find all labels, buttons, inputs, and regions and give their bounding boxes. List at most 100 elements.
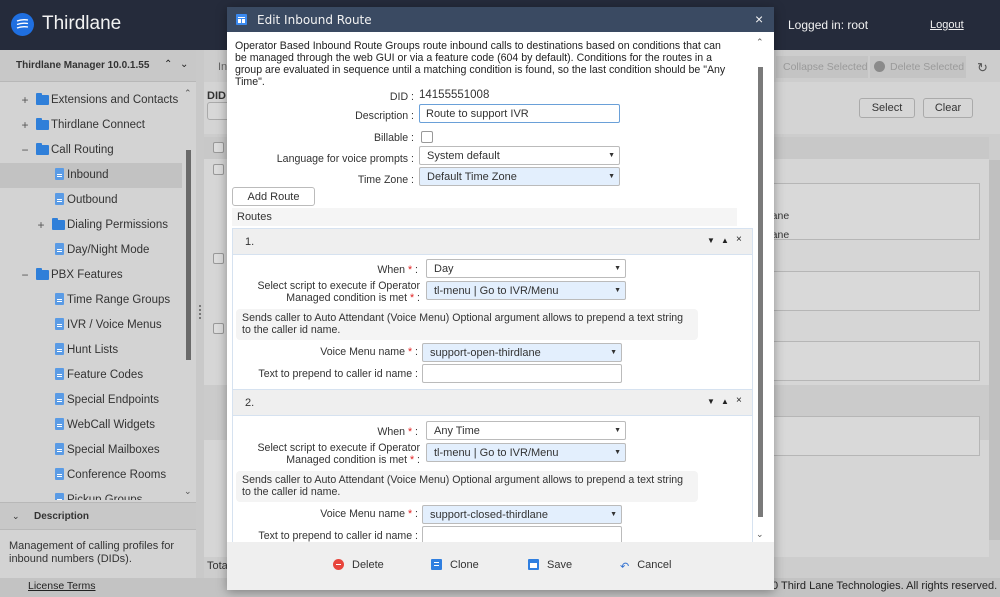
sidebar-item[interactable]: IVR / Voice Menus — [0, 313, 182, 338]
sidebar-item-label: Special Endpoints — [67, 394, 160, 406]
language-select[interactable]: System default ▼ — [419, 146, 620, 165]
sidebar-item[interactable]: − PBX Features — [0, 263, 182, 288]
billable-checkbox[interactable] — [421, 131, 433, 143]
sidebar-item[interactable]: Feature Codes — [0, 363, 182, 388]
license-terms-link[interactable]: License Terms — [28, 580, 96, 592]
expand-all-icon[interactable]: ⌄ — [180, 59, 188, 70]
grid-scrollbar[interactable] — [989, 160, 1000, 540]
dialog-scrollbar[interactable]: ⌃ ⌄ — [756, 37, 766, 542]
cancel-button[interactable]: ↶ Cancel — [620, 559, 671, 573]
expand-icon[interactable]: + — [20, 93, 30, 107]
tab-inbound[interactable]: In — [218, 61, 227, 73]
dialog-body: Operator Based Inbound Route Groups rout… — [227, 32, 764, 542]
clone-button[interactable]: Clone — [431, 559, 479, 571]
row-checkbox[interactable] — [213, 323, 224, 334]
sidebar-item[interactable]: Outbound — [0, 188, 182, 213]
sidebar-item-label: Extensions and Contacts — [51, 94, 179, 106]
sidebar-item[interactable]: Special Mailboxes — [0, 438, 182, 463]
clear-button[interactable]: Clear — [923, 98, 973, 118]
document-icon — [55, 393, 64, 405]
sidebar-scrollbar[interactable]: ⌃ ⌄ — [184, 88, 194, 500]
scrollbar-thumb[interactable] — [186, 150, 191, 360]
folder-icon — [36, 118, 49, 130]
sidebar-item-label: PBX Features — [51, 269, 123, 281]
dialog-footer: Delete Clone Save ↶ Cancel — [227, 542, 774, 590]
caret-down-icon: ▼ — [614, 265, 621, 272]
script-select[interactable]: tl-menu | Go to IVR/Menu ▼ — [426, 443, 626, 462]
folder-icon — [36, 268, 49, 280]
script-select[interactable]: tl-menu | Go to IVR/Menu ▼ — [426, 281, 626, 300]
scroll-down-icon[interactable]: ⌄ — [184, 486, 192, 497]
scroll-up-icon[interactable]: ⌃ — [756, 37, 764, 48]
dialog-title-bar[interactable]: Edit Inbound Route × — [227, 7, 774, 32]
expand-icon[interactable]: + — [20, 118, 30, 132]
panel-splitter[interactable] — [196, 50, 204, 578]
sidebar-item[interactable]: Time Range Groups — [0, 288, 182, 313]
sidebar-item[interactable]: Conference Rooms — [0, 463, 182, 488]
when-label: When * : — [377, 264, 418, 276]
splitter-grip-icon[interactable] — [199, 305, 201, 319]
remove-route-icon[interactable]: × — [736, 234, 742, 245]
logout-link[interactable]: Logout — [930, 19, 964, 31]
close-icon[interactable]: × — [755, 11, 763, 27]
row-checkbox[interactable] — [213, 164, 224, 175]
move-up-icon[interactable]: ▲ — [721, 236, 729, 245]
when-select[interactable]: Any Time ▼ — [426, 421, 626, 440]
timezone-label: Time Zone : — [357, 174, 414, 186]
sub-list — [760, 183, 980, 240]
voice-menu-label: Voice Menu name * : — [320, 346, 418, 358]
prepend-input[interactable] — [422, 364, 622, 383]
prepend-label: Text to prepend to caller id name : — [258, 530, 418, 542]
collapse-selected-button[interactable]: Collapse Selected — [776, 56, 868, 78]
sidebar-item[interactable]: Hunt Lists — [0, 338, 182, 363]
delete-selected-button[interactable]: Delete Selected — [870, 56, 966, 78]
add-route-button[interactable]: Add Route — [232, 187, 315, 206]
row-checkbox[interactable] — [213, 253, 224, 264]
save-button[interactable]: Save — [528, 559, 572, 571]
when-select[interactable]: Day ▼ — [426, 259, 626, 278]
description-input[interactable] — [419, 104, 620, 123]
thirdlane-logo-icon — [11, 13, 34, 36]
sidebar-item[interactable]: Special Endpoints — [0, 388, 182, 413]
scroll-up-icon[interactable]: ⌃ — [184, 88, 192, 99]
move-up-icon[interactable]: ▲ — [721, 397, 729, 406]
document-icon — [55, 443, 64, 455]
did-filter-label: DID — [207, 90, 226, 102]
sidebar-item[interactable]: WebCall Widgets — [0, 413, 182, 438]
when-value: Any Time — [434, 425, 480, 437]
sidebar-item[interactable]: − Call Routing — [0, 138, 182, 163]
description-panel-header[interactable]: ⌄ Description — [0, 502, 196, 530]
script-label: Select script to execute if Operator Mana… — [257, 442, 420, 466]
when-label: When * : — [377, 426, 418, 438]
prepend-input[interactable] — [422, 526, 622, 542]
voice-menu-select[interactable]: support-open-thirdlane ▼ — [422, 343, 622, 362]
sidebar-item[interactable]: + Dialing Permissions — [0, 213, 182, 238]
sidebar-item[interactable]: Inbound — [0, 163, 182, 188]
select-button[interactable]: Select — [859, 98, 915, 118]
expand-icon[interactable]: + — [36, 218, 46, 232]
move-down-icon[interactable]: ▼ — [707, 397, 715, 406]
collapse-icon[interactable]: − — [20, 268, 30, 282]
sidebar-item[interactable]: + Thirdlane Connect — [0, 113, 182, 138]
voice-menu-label: Voice Menu name * : — [320, 508, 418, 520]
document-icon — [55, 468, 64, 480]
delete-button[interactable]: Delete — [333, 559, 384, 571]
sidebar-item[interactable]: + Extensions and Contacts — [0, 88, 182, 113]
logged-in-user: Logged in: root — [788, 18, 869, 32]
remove-route-icon[interactable]: × — [736, 395, 742, 406]
sidebar-title: Thirdlane Manager 10.0.1.55 — [16, 60, 150, 71]
scroll-down-icon[interactable]: ⌄ — [756, 529, 764, 540]
collapse-all-icon[interactable]: ⌃ — [164, 59, 172, 70]
timezone-select[interactable]: Default Time Zone ▼ — [419, 167, 620, 186]
select-all-checkbox[interactable] — [213, 142, 224, 153]
refresh-icon[interactable]: ↻ — [977, 60, 988, 76]
sidebar-item[interactable]: Day/Night Mode — [0, 238, 182, 263]
scrollbar-thumb[interactable] — [758, 67, 763, 517]
voice-menu-select[interactable]: support-closed-thirdlane ▼ — [422, 505, 622, 524]
script-help-text: Sends caller to Auto Attendant (Voice Me… — [236, 309, 698, 340]
description-title: Description — [34, 511, 90, 522]
collapse-icon[interactable]: − — [20, 143, 30, 157]
move-down-icon[interactable]: ▼ — [707, 236, 715, 245]
chevron-down-icon[interactable]: ⌄ — [12, 511, 20, 522]
sidebar-item[interactable]: Pickup Groups — [0, 488, 182, 500]
